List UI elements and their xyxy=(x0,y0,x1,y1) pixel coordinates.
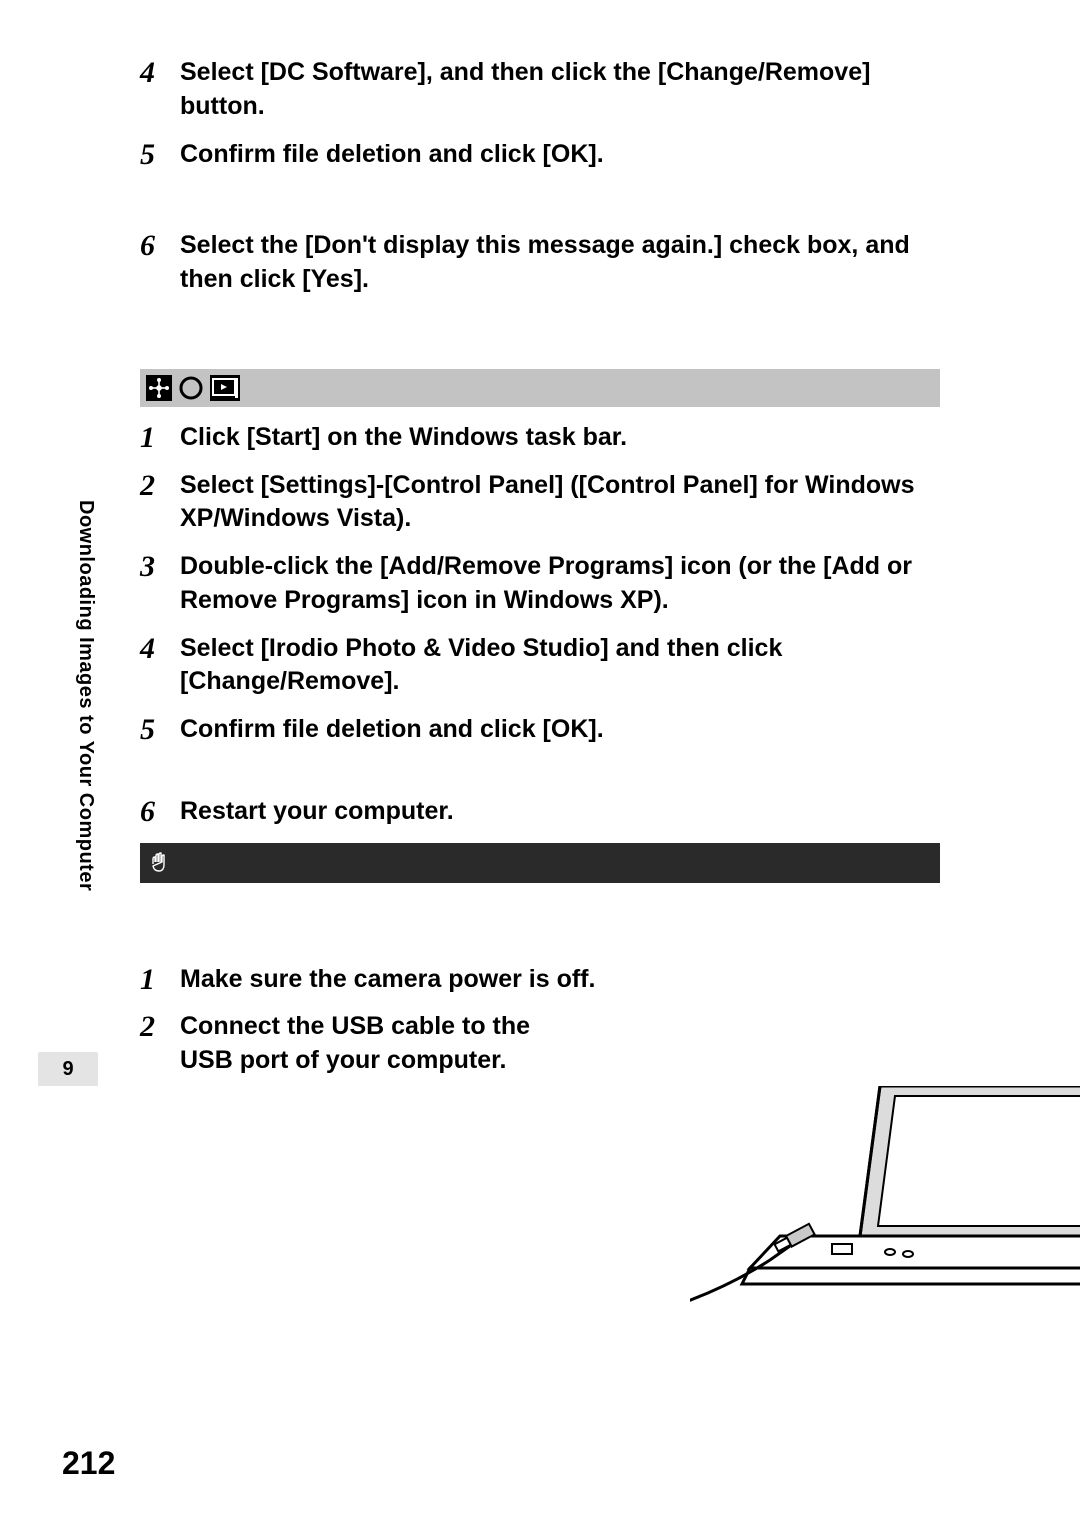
step-number: 5 xyxy=(140,713,180,745)
step-text: Select [Irodio Photo & Video Studio] and… xyxy=(180,632,940,700)
step-text: Select [DC Software], and then click the… xyxy=(180,56,940,124)
sidebar-chapter-tab: 9 xyxy=(38,1052,98,1086)
connector-icon xyxy=(146,375,172,401)
step-text: Double-click the [Add/Remove Programs] i… xyxy=(180,550,940,618)
sidebar: Downloading Images to Your Computer 9 xyxy=(74,500,104,1100)
step-number: 4 xyxy=(140,632,180,664)
step-item: 5 Confirm file deletion and click [OK]. xyxy=(140,138,940,172)
play-in-screen-icon xyxy=(210,375,240,401)
hand-icon xyxy=(146,850,172,876)
usb-laptop-illustration xyxy=(690,1086,1080,1306)
step-text: Confirm file deletion and click [OK]. xyxy=(180,713,604,747)
step-item: 2 Select [Settings]-[Control Panel] ([Co… xyxy=(140,469,940,537)
section-header-bar xyxy=(140,369,940,407)
step-number: 4 xyxy=(140,56,180,88)
step-item: 1 Click [Start] on the Windows task bar. xyxy=(140,421,940,455)
content-column: 4 Select [DC Software], and then click t… xyxy=(140,56,940,1092)
step-number: 3 xyxy=(140,550,180,582)
step-item: 1 Make sure the camera power is off. xyxy=(140,963,940,997)
step-number: 5 xyxy=(140,138,180,170)
step-number: 1 xyxy=(140,421,180,453)
manual-page: Downloading Images to Your Computer 9 4 … xyxy=(0,0,1080,1526)
step-number: 2 xyxy=(140,469,180,501)
step-item: 6 Restart your computer. xyxy=(140,795,940,829)
page-number: 212 xyxy=(62,1445,115,1482)
sidebar-label: Downloading Images to Your Computer xyxy=(74,500,97,891)
step-text: Restart your computer. xyxy=(180,795,454,829)
step-text: Click [Start] on the Windows task bar. xyxy=(180,421,627,455)
circle-icon xyxy=(178,375,204,401)
step-item: 6 Select the [Don't display this message… xyxy=(140,229,940,297)
step-number: 6 xyxy=(140,229,180,261)
step-number: 1 xyxy=(140,963,180,995)
step-number: 2 xyxy=(140,1010,180,1042)
step-item: 3 Double-click the [Add/Remove Programs]… xyxy=(140,550,940,618)
step-text: Select the [Don't display this message a… xyxy=(180,229,940,297)
step-text: Connect the USB cable to the USB port of… xyxy=(180,1010,580,1078)
step-item: 5 Confirm file deletion and click [OK]. xyxy=(140,713,940,747)
step-item: 2 Connect the USB cable to the USB port … xyxy=(140,1010,940,1078)
step-item: 4 Select [DC Software], and then click t… xyxy=(140,56,940,124)
step-number: 6 xyxy=(140,795,180,827)
section-header-bar-dark xyxy=(140,843,940,883)
step-text: Confirm file deletion and click [OK]. xyxy=(180,138,604,172)
step-item: 4 Select [Irodio Photo & Video Studio] a… xyxy=(140,632,940,700)
step-text: Make sure the camera power is off. xyxy=(180,963,595,997)
step-text: Select [Settings]-[Control Panel] ([Cont… xyxy=(180,469,940,537)
